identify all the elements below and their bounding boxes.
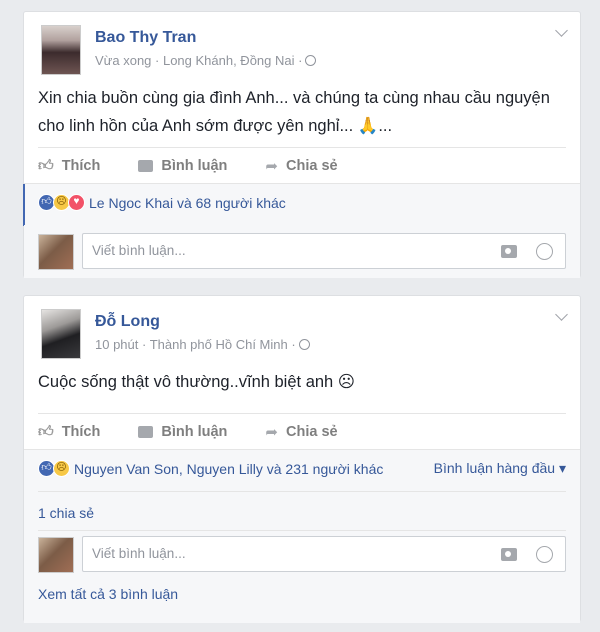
post-meta: Vừa xong · Long Khánh, Đồng Nai · [95,53,317,68]
author-name[interactable]: Bao Thy Tran [95,29,196,47]
reactions-summary[interactable]: 👍︎ ☹ ♥ Le Ngoc Khai và 68 người khác [38,194,286,211]
camera-icon[interactable] [501,548,517,561]
post-text-line: Cuộc sống thật vô thường..vĩnh biệt anh … [38,373,356,391]
sad-icon: ☹ [53,460,70,477]
author-avatar[interactable] [41,309,81,359]
comment-button[interactable]: Bình luận [138,158,227,174]
author-avatar[interactable] [41,25,81,75]
comment-icon [138,159,154,172]
comment-placeholder: Viết bình luận... [92,546,186,561]
reactions-bar: 👍︎ ☹ ♥ Le Ngoc Khai và 68 người khác [23,183,580,226]
post-text: Cuộc sống thật vô thường..vĩnh biệt anh … [38,368,573,396]
post-text-line: Xin chia buồn cùng gia đình Anh... và ch… [38,89,550,107]
view-all-comments-link[interactable]: Xem tất cả 3 bình luận [38,586,178,602]
post-meta-text[interactable]: Vừa xong · Long Khánh, Đồng Nai · [95,53,302,68]
viewer-avatar [38,537,74,573]
comment-button[interactable]: Bình luận [138,424,227,440]
comment-icon [138,425,154,438]
camera-icon[interactable] [501,245,517,258]
post-text-line: cho linh hồn của Anh sớm được yên nghỉ..… [38,117,393,135]
globe-icon [305,55,317,66]
action-bar: 👍︎ Thích Bình luận ➦ Chia sẻ [38,147,566,183]
post-card: Bao Thy Tran Vừa xong · Long Khánh, Đồng… [23,11,581,278]
like-button[interactable]: 👍︎ Thích [38,157,100,175]
share-button[interactable]: ➦ Chia sẻ [265,157,337,175]
chevron-down-icon[interactable] [555,308,568,321]
divider [38,491,566,492]
thumbs-up-icon: 👍︎ [38,422,54,440]
comment-label: Bình luận [161,157,228,174]
author-name[interactable]: Đỗ Long [95,313,160,331]
action-bar: 👍︎ Thích Bình luận ➦ Chia sẻ [38,413,566,449]
comment-sort-dropdown[interactable]: Bình luận hàng đầu ▾ [434,460,566,477]
comment-input[interactable]: Viết bình luận... [82,233,566,269]
love-icon: ♥ [68,194,85,211]
like-label: Thích [61,423,101,440]
share-label: Chia sẻ [286,157,338,174]
share-icon: ➦ [265,157,278,175]
like-label: Thích [61,157,101,174]
thumbs-up-icon: 👍︎ [38,156,54,174]
feedback-area: 👍︎ ☹ Nguyen Van Son, Nguyen Lilly và 231… [24,449,580,623]
comment-placeholder: Viết bình luận... [92,243,186,258]
share-count[interactable]: 1 chia sẻ [38,505,94,521]
share-icon: ➦ [265,423,278,441]
post-text: Xin chia buồn cùng gia đình Anh... và ch… [38,84,573,140]
comment-input[interactable]: Viết bình luận... [82,536,566,572]
like-button[interactable]: 👍︎ Thích [38,423,100,441]
focus-indicator [23,184,25,226]
viewer-avatar [38,234,74,270]
reactions-summary[interactable]: 👍︎ ☹ Nguyen Van Son, Nguyen Lilly và 231… [38,460,383,477]
emoji-icon[interactable] [536,546,553,563]
share-button[interactable]: ➦ Chia sẻ [265,423,337,441]
post-meta-text[interactable]: 10 phút · Thành phố Hồ Chí Minh · [95,337,296,352]
reactions-text[interactable]: Nguyen Van Son, Nguyen Lilly và 231 ngườ… [74,461,383,477]
share-label: Chia sẻ [286,423,338,440]
post-meta: 10 phút · Thành phố Hồ Chí Minh · [95,337,310,352]
emoji-icon[interactable] [536,243,553,260]
reactions-text[interactable]: Le Ngoc Khai và 68 người khác [89,195,286,211]
divider [38,530,566,531]
globe-icon [298,339,310,350]
comment-composer: Viết bình luận... [24,225,580,278]
chevron-down-icon[interactable] [555,24,568,37]
post-card: Đỗ Long 10 phút · Thành phố Hồ Chí Minh … [23,295,581,623]
comment-label: Bình luận [161,423,228,440]
